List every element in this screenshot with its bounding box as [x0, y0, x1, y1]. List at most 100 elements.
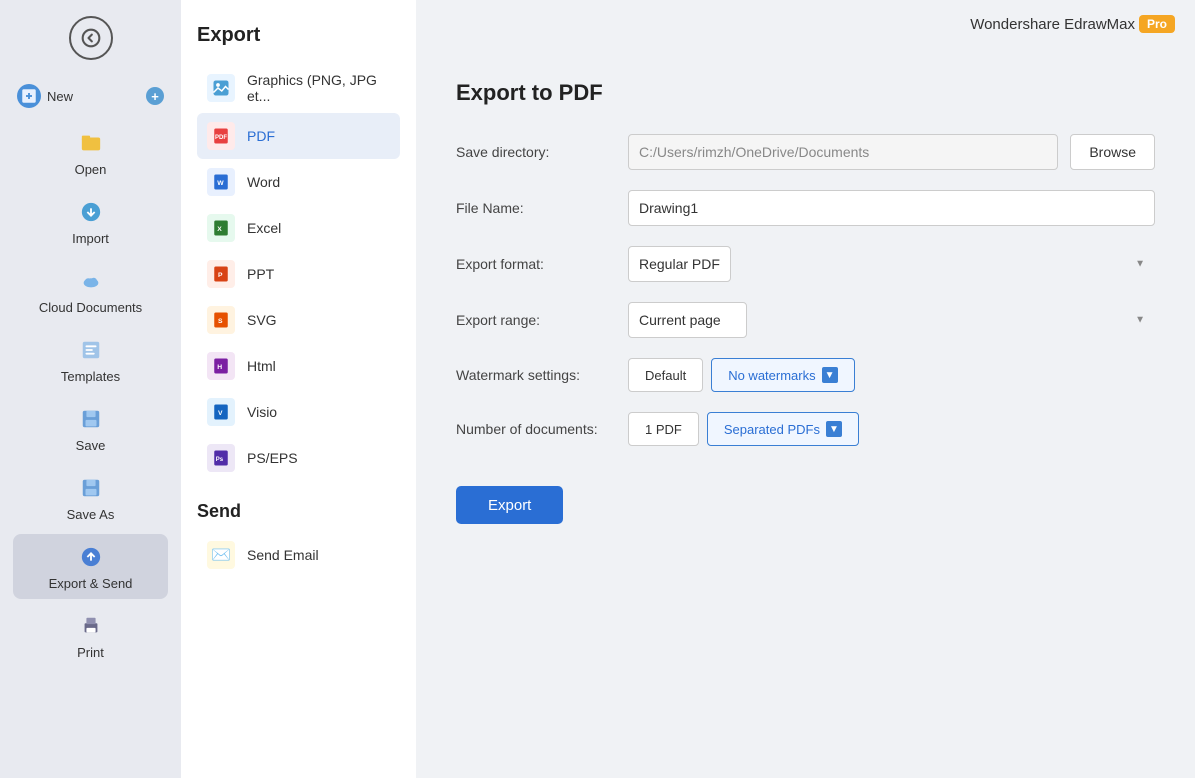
app-title: Wondershare EdrawMax: [970, 16, 1135, 33]
content-area: Wondershare EdrawMax Pro Export to PDF S…: [416, 0, 1195, 778]
export-item-label: Word: [247, 174, 280, 190]
export-format-label: Export format:: [456, 256, 616, 272]
send-section-title: Send: [197, 501, 400, 522]
watermark-default-btn[interactable]: Default: [628, 358, 703, 392]
file-name-row: File Name:: [456, 190, 1155, 226]
sidebar-item-label: New: [47, 89, 73, 104]
sidebar-item-label: Templates: [61, 369, 120, 384]
numdocs-label: Number of documents:: [456, 421, 616, 437]
export-range-select[interactable]: Current page All pages Selected pages: [628, 302, 747, 338]
export-format-select[interactable]: Regular PDF PDF/A PDF/X: [628, 246, 731, 282]
numdocs-1pdf-btn[interactable]: 1 PDF: [628, 412, 699, 446]
export-item-label: PDF: [247, 128, 275, 144]
export-button[interactable]: Export: [456, 486, 563, 524]
saveas-icon: [76, 473, 106, 503]
visio-icon: V: [207, 398, 235, 426]
sidebar-item-import[interactable]: Import: [13, 189, 168, 254]
pdf-icon: PDF: [207, 122, 235, 150]
ps-icon: Ps: [207, 444, 235, 472]
watermark-nowatermark-btn[interactable]: No watermarks ▼: [711, 358, 854, 392]
sidebar-item-templates[interactable]: Templates: [13, 327, 168, 392]
export-item-label: Excel: [247, 220, 281, 236]
save-directory-label: Save directory:: [456, 144, 616, 160]
save-directory-row: Save directory: Browse: [456, 134, 1155, 170]
numdocs-separated-btn[interactable]: Separated PDFs ▼: [707, 412, 859, 446]
browse-button[interactable]: Browse: [1070, 134, 1155, 170]
export-item-graphics[interactable]: Graphics (PNG, JPG et...: [197, 63, 400, 113]
export-item-label: PS/EPS: [247, 450, 298, 466]
export-item-ppt[interactable]: P PPT: [197, 251, 400, 297]
numdocs-dropdown-icon: ▼: [826, 421, 842, 437]
export-item-pdf[interactable]: PDF PDF: [197, 113, 400, 159]
sidebar-item-label: Import: [72, 231, 109, 246]
export-item-label: Visio: [247, 404, 277, 420]
export-range-row: Export range: Current page All pages Sel…: [456, 302, 1155, 338]
export-item-html[interactable]: H Html: [197, 343, 400, 389]
send-email-item[interactable]: ✉️ Send Email: [197, 532, 400, 578]
docs-options: 1 PDF Separated PDFs ▼: [628, 412, 859, 446]
save-directory-input[interactable]: [628, 134, 1058, 170]
watermark-active-label: No watermarks: [728, 368, 815, 383]
export-item-label: SVG: [247, 312, 277, 328]
svg-text:X: X: [217, 226, 222, 233]
header-bar: Wondershare EdrawMax Pro: [416, 0, 1195, 48]
export-form-title: Export to PDF: [456, 80, 1155, 106]
svg-text:S: S: [218, 318, 223, 325]
svg-text:P: P: [218, 272, 223, 279]
word-icon: W: [207, 168, 235, 196]
export-format-select-wrap: Regular PDF PDF/A PDF/X: [628, 246, 1155, 282]
templates-icon: [76, 335, 106, 365]
plus-icon: +: [146, 87, 164, 105]
export-item-ps[interactable]: Ps PS/EPS: [197, 435, 400, 481]
export-item-label: Html: [247, 358, 276, 374]
ppt-icon: P: [207, 260, 235, 288]
export-format-row: Export format: Regular PDF PDF/A PDF/X: [456, 246, 1155, 282]
new-icon: [17, 84, 41, 108]
sidebar-item-label: Cloud Documents: [39, 300, 142, 315]
sidebar-item-open[interactable]: Open: [13, 120, 168, 185]
sidebar-item-label: Print: [77, 645, 104, 660]
watermark-label: Watermark settings:: [456, 367, 616, 383]
back-button[interactable]: [69, 16, 113, 60]
sidebar-item-cloud[interactable]: Cloud Documents: [13, 258, 168, 323]
watermark-dropdown-icon: ▼: [822, 367, 838, 383]
export-item-label: PPT: [247, 266, 274, 282]
file-name-input[interactable]: [628, 190, 1155, 226]
save-icon: [76, 404, 106, 434]
html-icon: H: [207, 352, 235, 380]
export-item-word[interactable]: W Word: [197, 159, 400, 205]
svg-text:PDF: PDF: [215, 135, 227, 141]
sidebar-item-save[interactable]: Save: [13, 396, 168, 461]
sidebar-item-saveas[interactable]: Save As: [13, 465, 168, 530]
main-export-form: Export to PDF Save directory: Browse Fil…: [416, 48, 1195, 778]
open-icon: [76, 128, 106, 158]
export-item-label: Graphics (PNG, JPG et...: [247, 72, 390, 104]
svg-text:W: W: [217, 180, 224, 187]
svg-text:Ps: Ps: [216, 457, 224, 463]
sidebar-item-print[interactable]: Print: [13, 603, 168, 668]
pro-badge: Pro: [1139, 15, 1175, 33]
numdocs-active-label: Separated PDFs: [724, 422, 820, 437]
svg-icon: S: [207, 306, 235, 334]
watermark-options: Default No watermarks ▼: [628, 358, 855, 392]
sidebar-item-label: Export & Send: [49, 576, 133, 591]
export-item-visio[interactable]: V Visio: [197, 389, 400, 435]
cloud-icon: [76, 266, 106, 296]
watermark-row: Watermark settings: Default No watermark…: [456, 358, 1155, 392]
excel-icon: X: [207, 214, 235, 242]
export-item-excel[interactable]: X Excel: [197, 205, 400, 251]
export-range-label: Export range:: [456, 312, 616, 328]
export-item-svg[interactable]: S SVG: [197, 297, 400, 343]
sidebar-item-label: Save: [76, 438, 106, 453]
sidebar-item-label: Open: [75, 162, 107, 177]
numdocs-row: Number of documents: 1 PDF Separated PDF…: [456, 412, 1155, 446]
export-icon: [76, 542, 106, 572]
sidebar-item-new[interactable]: New +: [13, 76, 168, 116]
import-icon: [76, 197, 106, 227]
sidebar-item-export[interactable]: Export & Send: [13, 534, 168, 599]
send-item-label: Send Email: [247, 547, 319, 563]
email-icon: ✉️: [207, 541, 235, 569]
file-name-label: File Name:: [456, 200, 616, 216]
sidebar: New + Open Import Cloud Documents Templa…: [0, 0, 181, 778]
svg-text:H: H: [217, 364, 222, 371]
